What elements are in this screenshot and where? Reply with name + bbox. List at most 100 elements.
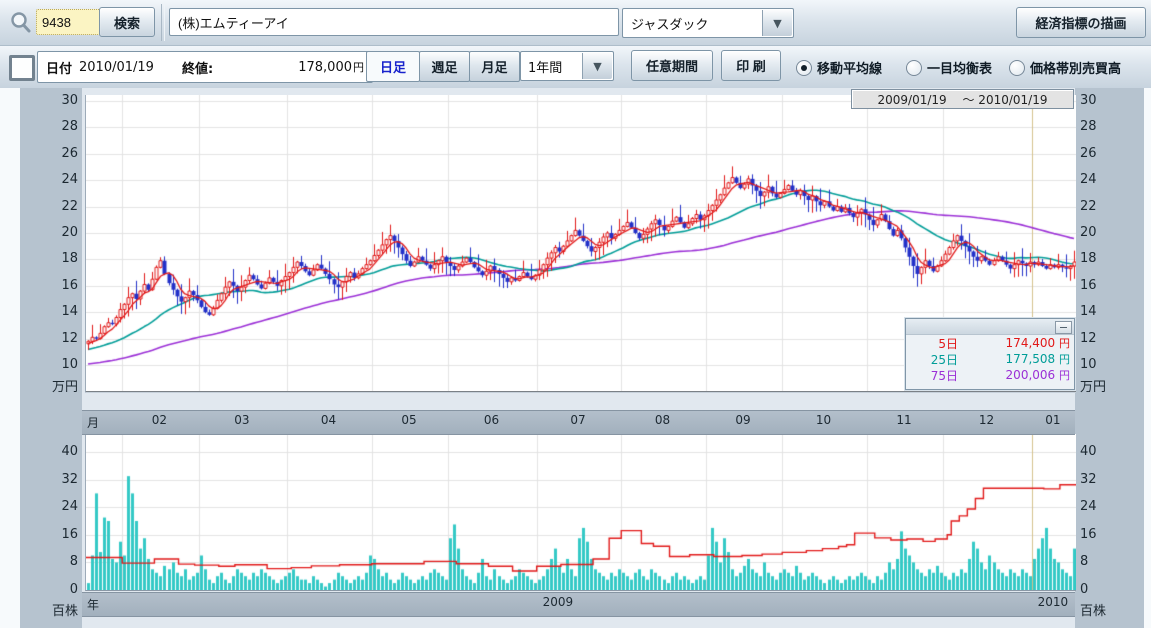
price-tick-label: 30 — [1080, 93, 1130, 108]
tab-weekly[interactable]: 週足 — [419, 51, 470, 82]
radio-label: 一目均衡表 — [927, 58, 992, 77]
price-tick-label: 22 — [1080, 199, 1130, 214]
search-button[interactable]: 検索 — [99, 7, 155, 37]
volume-tick-label: 40 — [1080, 444, 1130, 459]
date-range-box: 2009/01/19 ～ 2010/01/19 — [851, 89, 1074, 109]
date-value: 2010/01/19 — [79, 60, 154, 75]
legend-titlebar[interactable] — [906, 319, 1074, 335]
chevron-down-icon[interactable]: ▼ — [582, 53, 612, 79]
month-label: 04 — [310, 413, 346, 427]
ma-legend-window[interactable]: 5日 174,400 円 25日 177,508 円 75日 200,006 円 — [905, 318, 1075, 390]
date-label: 日付 — [46, 58, 72, 77]
right-margin — [1144, 88, 1151, 628]
legend-row-ma75: 75日 200,006 円 — [906, 367, 1074, 383]
year-axis-head: 年 — [87, 596, 99, 613]
chevron-down-icon[interactable]: ▼ — [762, 10, 792, 36]
close-label: 終値: — [182, 58, 213, 77]
price-tick-label: 16 — [1080, 278, 1130, 293]
price-tick-label: 14 — [1080, 304, 1130, 319]
month-label: 11 — [886, 413, 922, 427]
volume-tick-label: 0 — [20, 582, 78, 597]
radio-ichimoku[interactable]: 一目均衡表 — [906, 58, 992, 77]
volume-unit-label: 百株 — [1080, 600, 1130, 619]
month-label: 12 — [968, 413, 1004, 427]
link-checkbox[interactable] — [9, 55, 35, 81]
volume-tick-label: 0 — [1080, 582, 1130, 597]
stock-code-input[interactable] — [36, 9, 104, 35]
price-tick-label: 26 — [1080, 146, 1130, 161]
legend-value: 177,508 円 — [958, 351, 1074, 367]
price-tick-label: 10 — [1080, 357, 1130, 372]
volume-tick-label: 40 — [20, 444, 78, 459]
month-label: 02 — [141, 413, 177, 427]
price-tick-label: 12 — [1080, 331, 1130, 346]
month-label: 09 — [725, 413, 761, 427]
radio-moving-average[interactable]: 移動平均線 — [796, 58, 882, 77]
month-label: 10 — [805, 413, 841, 427]
price-tick-label: 28 — [1080, 119, 1130, 134]
economic-indicator-button[interactable]: 経済指標の描画 — [1016, 7, 1146, 38]
period-select[interactable]: 1年間 ▼ — [520, 51, 614, 81]
volume-tick-label: 24 — [1080, 499, 1130, 514]
volume-tick-label: 32 — [1080, 472, 1130, 487]
radio-price-volume[interactable]: 価格帯別売買高 — [1009, 58, 1121, 77]
year-label: 2010 — [1029, 595, 1077, 609]
radio-selected-icon — [796, 60, 812, 76]
month-label: 03 — [224, 413, 260, 427]
legend-value: 200,006 円 — [958, 367, 1074, 383]
month-axis-head: 月 — [87, 414, 99, 431]
radio-label: 移動平均線 — [817, 58, 882, 77]
price-tick-label: 24 — [1080, 172, 1130, 187]
tab-daily[interactable]: 日足 — [366, 51, 420, 82]
month-label: 05 — [391, 413, 427, 427]
divider — [161, 4, 165, 41]
price-tick-label: 20 — [20, 225, 78, 240]
minimize-icon[interactable] — [1055, 321, 1072, 334]
volume-chart-canvas[interactable] — [86, 434, 1076, 590]
custom-period-button[interactable]: 任意期間 — [631, 50, 713, 81]
left-margin — [0, 88, 20, 628]
radio-icon — [906, 60, 922, 76]
price-unit-label: 万円 — [20, 376, 78, 395]
price-tick-label: 18 — [20, 251, 78, 266]
price-tick-label: 22 — [20, 199, 78, 214]
print-button[interactable]: 印 刷 — [721, 50, 781, 81]
toolbar-top: 検索 ジャスダック ▼ 経済指標の描画 — [0, 0, 1151, 46]
volume-plot — [85, 434, 1076, 591]
stock-chart-app: 検索 ジャスダック ▼ 経済指標の描画 日付 2010/01/19 終値: 17… — [0, 0, 1151, 628]
price-tick-label: 26 — [20, 146, 78, 161]
search-icon — [9, 11, 33, 35]
tab-monthly[interactable]: 月足 — [469, 51, 520, 82]
price-tick-label: 10 — [20, 357, 78, 372]
price-tick-label: 20 — [1080, 225, 1130, 240]
price-tick-label: 12 — [20, 331, 78, 346]
volume-tick-label: 32 — [20, 472, 78, 487]
year-label: 2009 — [534, 595, 582, 609]
price-tick-label: 18 — [1080, 251, 1130, 266]
price-tick-label: 30 — [20, 93, 78, 108]
month-label: 08 — [645, 413, 681, 427]
toolbar-bottom: 日付 2010/01/19 終値: 178,000 円 日足 週足 月足 1年間… — [0, 46, 1151, 89]
volume-tick-label: 8 — [1080, 554, 1130, 569]
legend-label: 75日 — [906, 367, 958, 384]
price-tick-label: 28 — [20, 119, 78, 134]
legend-row-ma25: 25日 177,508 円 — [906, 351, 1074, 367]
close-value: 178,000 — [298, 60, 352, 75]
radio-icon — [1009, 60, 1025, 76]
price-tick-label: 24 — [20, 172, 78, 187]
price-tick-label: 14 — [20, 304, 78, 319]
month-label: 06 — [473, 413, 509, 427]
legend-label: 5日 — [906, 335, 958, 352]
legend-label: 25日 — [906, 351, 958, 368]
market-select[interactable]: ジャスダック ▼ — [622, 8, 794, 38]
price-tick-label: 16 — [20, 278, 78, 293]
company-name-input[interactable] — [169, 8, 619, 36]
legend-row-ma5: 5日 174,400 円 — [906, 335, 1074, 351]
volume-tick-label: 24 — [20, 499, 78, 514]
month-label: 07 — [560, 413, 596, 427]
volume-unit-label: 百株 — [20, 600, 78, 619]
period-select-value: 1年間 — [521, 57, 562, 76]
market-select-value: ジャスダック — [623, 14, 708, 33]
volume-tick-label: 8 — [20, 554, 78, 569]
volume-tick-label: 16 — [1080, 527, 1130, 542]
